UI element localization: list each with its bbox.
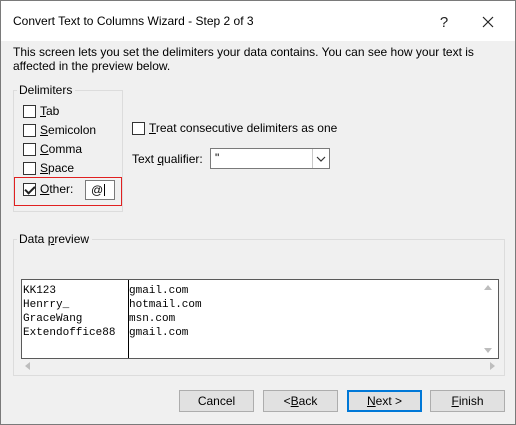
preview-cell: gmail.com	[129, 327, 189, 339]
preview-cell: msn.com	[129, 313, 176, 325]
dialog-title: Convert Text to Columns Wizard - Step 2 …	[13, 14, 254, 28]
finish-button[interactable]: Finish	[430, 390, 505, 412]
tab-delimiter-option[interactable]: Tab	[23, 103, 59, 119]
data-preview-label: Data preview	[17, 232, 93, 246]
text-qualifier-label: Text qualifier:	[132, 152, 203, 166]
consecutive-label: Treat consecutive delimiters as one	[149, 121, 338, 135]
scroll-up-icon[interactable]	[484, 285, 492, 290]
preview-cell: GraceWang	[23, 313, 83, 325]
comma-checkbox[interactable]	[23, 142, 36, 156]
semicolon-delimiter-option[interactable]: Semicolon	[23, 122, 96, 138]
semicolon-label: Semicolon	[40, 123, 97, 137]
next-button[interactable]: Next >	[347, 390, 422, 412]
scroll-down-icon[interactable]	[484, 348, 492, 353]
help-button[interactable]: ?	[429, 9, 459, 35]
cancel-button[interactable]: Cancel	[179, 390, 254, 412]
intro-text: This screen lets you set the delimiters …	[13, 45, 474, 73]
preview-cell: hotmail.com	[129, 299, 202, 311]
comma-label: Comma	[40, 142, 83, 156]
other-checkbox[interactable]	[23, 182, 36, 196]
title-bar: Convert Text to Columns Wizard - Step 2 …	[1, 1, 515, 41]
preview-cell: gmail.com	[129, 285, 189, 297]
text-cursor	[104, 184, 106, 196]
other-label: Other:	[40, 182, 74, 196]
text-qualifier-select[interactable]: "	[210, 148, 330, 169]
consecutive-delimiters-option[interactable]: Treat consecutive delimiters as one	[132, 120, 337, 136]
preview-horizontal-scrollbar[interactable]	[21, 359, 499, 373]
preview-cell: Henrry_	[23, 299, 70, 311]
chevron-down-icon	[316, 156, 326, 162]
preview-vertical-scrollbar[interactable]	[479, 279, 496, 359]
scroll-left-icon[interactable]	[25, 362, 30, 370]
comma-delimiter-option[interactable]: Comma	[23, 141, 82, 157]
space-label: Space	[40, 161, 75, 175]
back-button[interactable]: < Back	[263, 390, 338, 412]
delimiters-group-label: Delimiters	[17, 83, 76, 97]
consecutive-checkbox[interactable]	[132, 121, 145, 135]
dropdown-button[interactable]	[312, 149, 329, 168]
close-button[interactable]	[473, 9, 503, 35]
tab-label: Tab	[40, 104, 60, 118]
preview-cell: KK123	[23, 285, 57, 297]
other-delimiter-input[interactable]: @	[85, 180, 115, 200]
text-qualifier-value: "	[215, 151, 220, 165]
space-checkbox[interactable]	[23, 161, 36, 175]
preview-cell: Extendoffice88	[23, 327, 116, 339]
close-icon	[482, 16, 494, 28]
scroll-right-icon[interactable]	[490, 362, 495, 370]
wizard-dialog: Convert Text to Columns Wizard - Step 2 …	[0, 0, 516, 425]
space-delimiter-option[interactable]: Space	[23, 160, 74, 176]
semicolon-checkbox[interactable]	[23, 123, 36, 137]
data-preview-area[interactable]: KK123 gmail.com Henrry_ hotmail.com Grac…	[21, 279, 499, 359]
other-delimiter-option[interactable]: Other:	[23, 181, 73, 197]
tab-checkbox[interactable]	[23, 104, 36, 118]
